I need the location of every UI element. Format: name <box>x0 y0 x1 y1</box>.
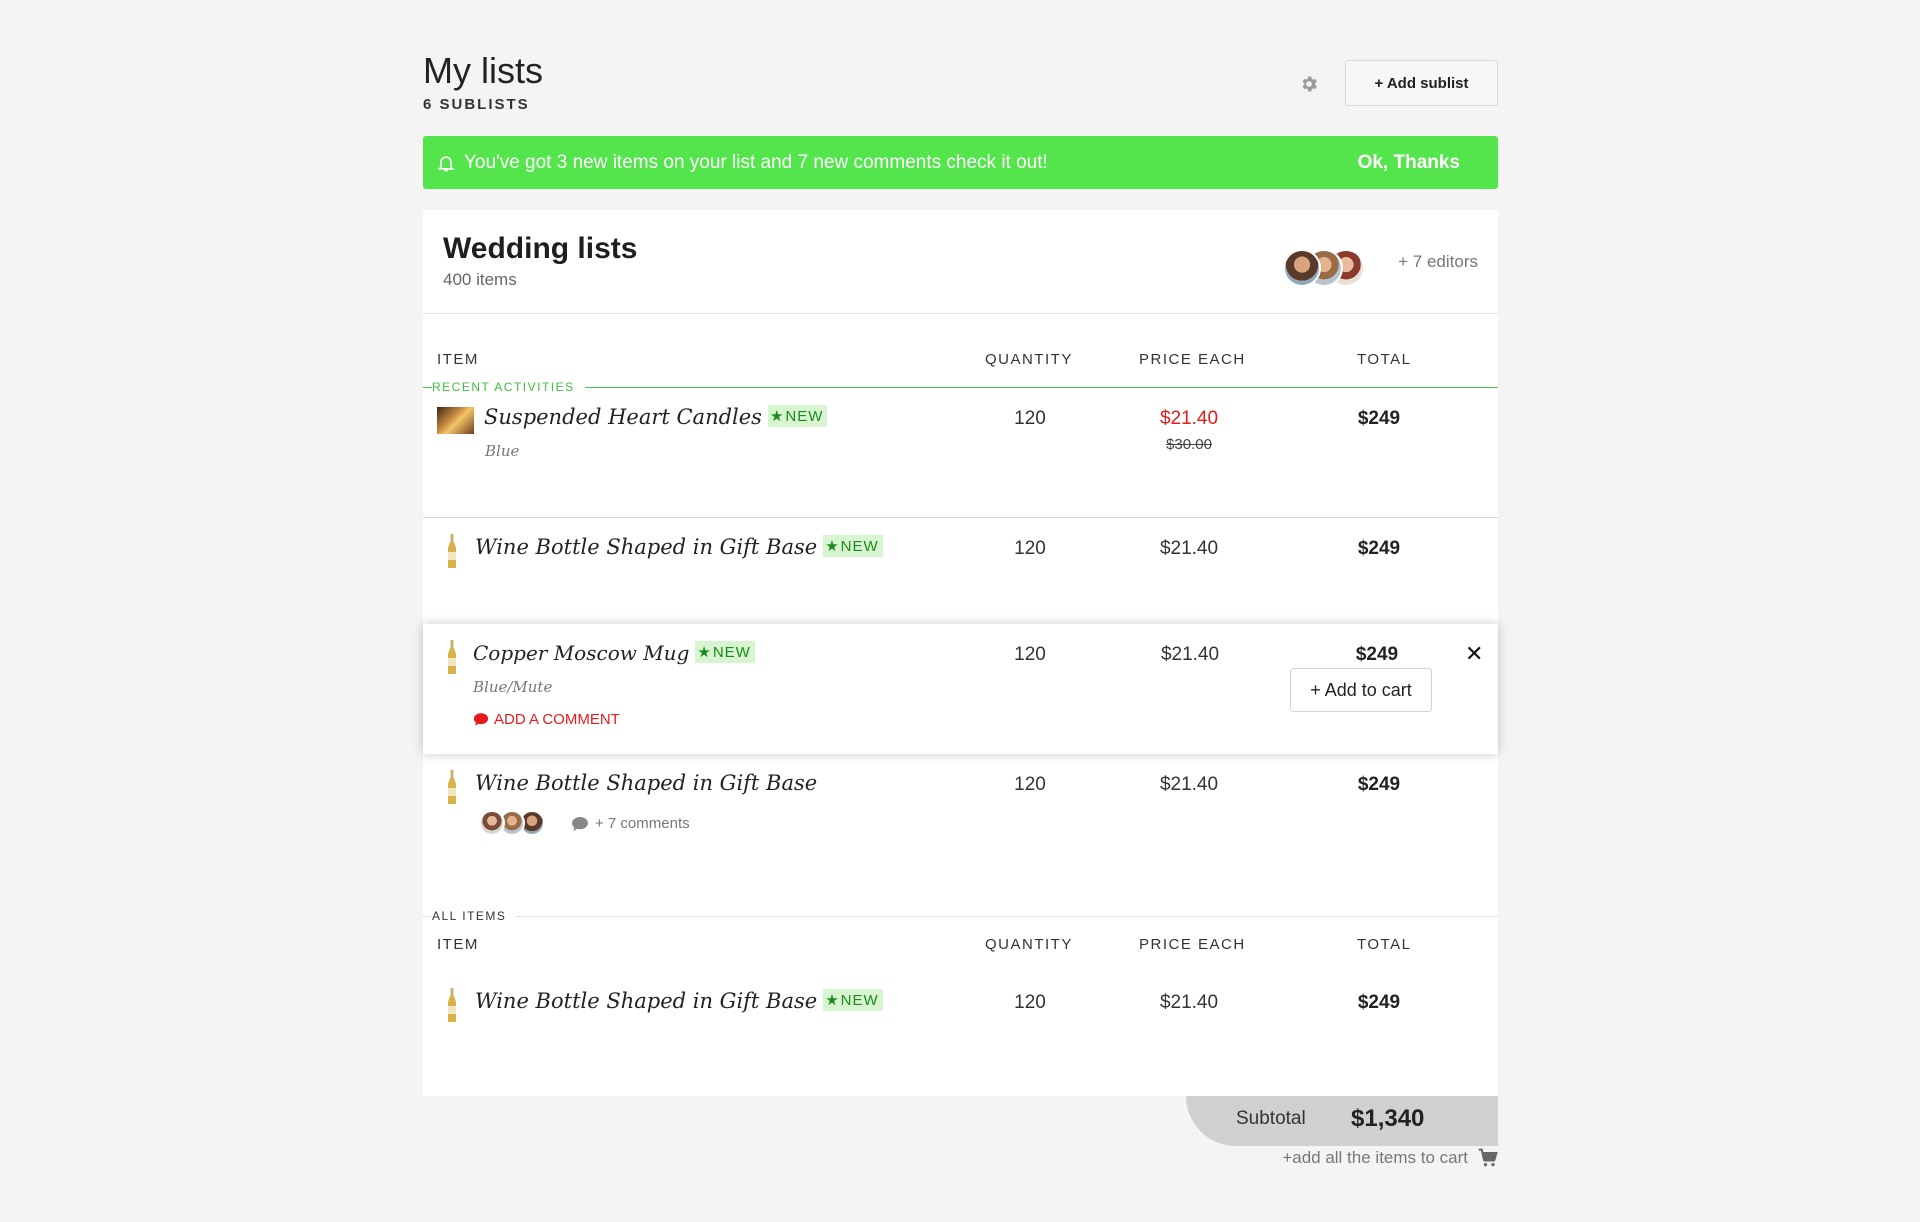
section-label-all: ALL ITEMS <box>432 909 517 923</box>
column-header-item: ITEM <box>437 936 479 953</box>
new-badge: ★NEW <box>823 535 883 557</box>
bell-icon <box>437 155 455 171</box>
section-divider <box>423 916 1498 917</box>
page-title: My lists <box>423 50 543 91</box>
column-header-price-each: PRICE EACH <box>1139 936 1246 953</box>
add-comment-link[interactable]: ADD A COMMENT <box>473 711 620 728</box>
star-icon: ★ <box>697 644 712 661</box>
row-divider <box>423 517 1498 518</box>
sublist-count: 6 SUBLISTS <box>423 96 530 113</box>
comment-icon <box>572 816 588 831</box>
item-total: $249 <box>1357 992 1401 1013</box>
item-total: $249 <box>1357 774 1401 795</box>
item-quantity: 120 <box>1014 644 1046 665</box>
item-name[interactable]: Copper Moscow Mug ★NEW <box>473 641 755 665</box>
banner-message: You've got 3 new items on your list and … <box>464 151 1048 173</box>
add-all-label: +add all the items to cart <box>1282 1148 1468 1167</box>
page: My lists 6 SUBLISTS + Add sublist You've… <box>423 0 1498 1167</box>
gear-icon[interactable] <box>1299 74 1319 94</box>
add-to-cart-button[interactable]: + Add to cart <box>1290 668 1432 712</box>
candles-thumbnail <box>437 407 474 434</box>
avatar <box>479 810 505 836</box>
list-header: Wedding lists 400 items + 7 editors <box>423 210 1498 314</box>
item-price-original: $30.00 <box>1166 436 1212 453</box>
star-icon: ★ <box>769 408 785 425</box>
avatar <box>1283 249 1321 287</box>
item-price: $21.40 <box>1160 644 1220 665</box>
item-quantity: 120 <box>1014 538 1046 559</box>
add-sublist-button[interactable]: + Add sublist <box>1345 60 1498 106</box>
item-total: $249 <box>1355 644 1399 665</box>
item-quantity: 120 <box>1014 408 1046 429</box>
list-item-count: 400 items <box>443 270 517 289</box>
item-name[interactable]: Suspended Heart Candles ★NEW <box>484 405 828 429</box>
bottle-thumbnail <box>447 640 457 681</box>
star-icon: ★ <box>825 992 840 1009</box>
editors-count[interactable]: + 7 editors <box>1398 252 1478 272</box>
comments-link[interactable]: + 7 comments <box>571 815 690 832</box>
star-icon: ★ <box>825 538 840 555</box>
item-price: $21.40 <box>1159 538 1219 559</box>
item-quantity: 120 <box>1014 992 1046 1013</box>
subtotal-panel: Subtotal $1,340 <box>1186 1096 1498 1146</box>
item-name[interactable]: Wine Bottle Shaped in Gift Base <box>475 771 817 795</box>
add-all-to-cart-link[interactable]: +add all the items to cart <box>1282 1148 1498 1168</box>
close-icon[interactable]: ✕ <box>1465 641 1483 667</box>
list-title: Wedding lists <box>443 232 638 265</box>
new-badge: ★NEW <box>823 989 883 1011</box>
column-header-quantity: QUANTITY <box>985 936 1073 953</box>
bottle-thumbnail <box>447 770 457 811</box>
column-header-item: ITEM <box>437 351 479 368</box>
notification-banner: You've got 3 new items on your list and … <box>423 136 1498 189</box>
item-variant: Blue <box>485 442 520 460</box>
item-quantity: 120 <box>1014 774 1046 795</box>
comment-icon <box>473 713 489 726</box>
commenter-avatars[interactable] <box>479 810 559 840</box>
item-name[interactable]: Wine Bottle Shaped in Gift Base ★NEW <box>475 989 883 1013</box>
item-total: $249 <box>1357 538 1401 559</box>
subtotal-value: $1,340 <box>1351 1105 1425 1132</box>
item-price: $21.40 <box>1159 408 1219 429</box>
subtotal-label: Subtotal <box>1236 1108 1306 1129</box>
item-price: $21.40 <box>1159 992 1219 1013</box>
item-variant: Blue/Mute <box>473 678 553 696</box>
cart-icon <box>1478 1148 1498 1167</box>
item-price: $21.40 <box>1159 774 1219 795</box>
bottle-thumbnail <box>447 534 457 575</box>
item-total: $249 <box>1357 408 1401 429</box>
item-name[interactable]: Wine Bottle Shaped in Gift Base ★NEW <box>475 535 883 559</box>
new-badge: ★NEW <box>767 405 828 427</box>
table-row-active[interactable]: Copper Moscow Mug ★NEW Blue/Mute ADD A CO… <box>423 624 1498 754</box>
column-header-price-each: PRICE EACH <box>1139 351 1246 368</box>
banner-dismiss-button[interactable]: Ok, Thanks <box>1358 136 1460 189</box>
page-header: My lists 6 SUBLISTS + Add sublist <box>423 0 1498 136</box>
column-header-quantity: QUANTITY <box>985 351 1073 368</box>
editor-avatars[interactable] <box>1283 247 1383 289</box>
section-label-recent: RECENT ACTIVITIES <box>432 380 585 394</box>
column-header-total: TOTAL <box>1357 351 1412 368</box>
column-header-total: TOTAL <box>1357 936 1412 953</box>
new-badge: ★NEW <box>695 641 755 663</box>
bottle-thumbnail <box>447 988 457 1029</box>
